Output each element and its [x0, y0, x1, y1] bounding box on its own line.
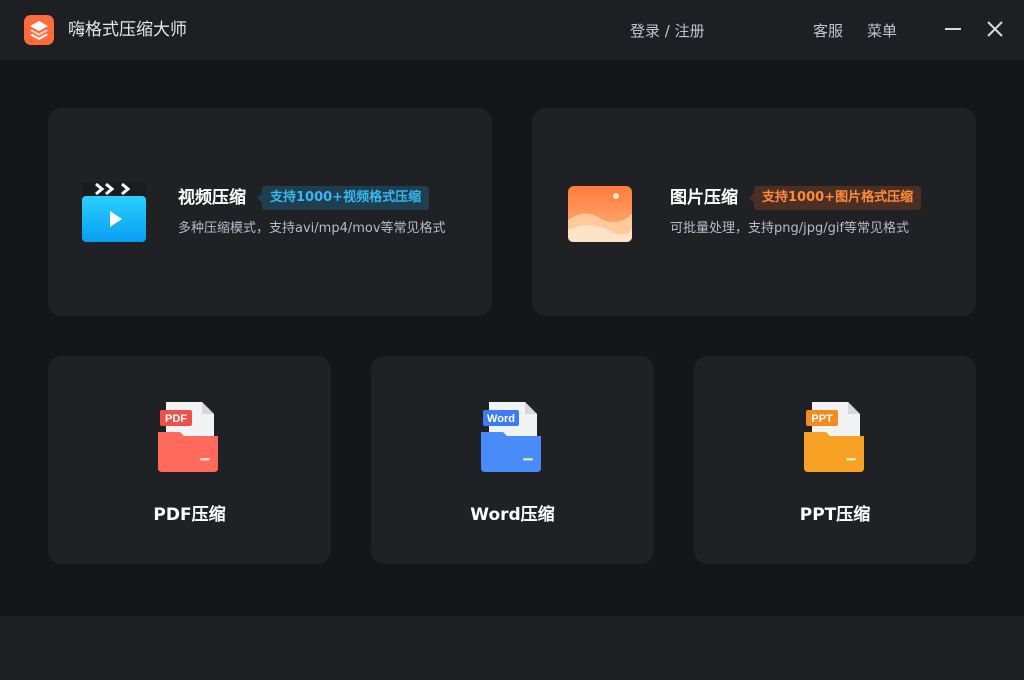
image-compress-desc: 可批量处理，支持png/jpg/gif等常见格式 [670, 221, 910, 236]
ppt-compress-title: PPT压缩 [799, 505, 871, 525]
customer-service-button[interactable]: 客服 [813, 21, 843, 41]
menu-button[interactable]: 菜单 [867, 21, 897, 41]
app-title: 嗨格式压缩大师 [68, 20, 187, 40]
image-compress-card[interactable]: 图片压缩 支持1000+图片格式压缩 可批量处理，支持png/jpg/gif等常… [532, 108, 976, 316]
ppt-tag-text: PPT [811, 413, 833, 425]
video-compress-title: 视频压缩 [178, 188, 246, 208]
ppt-folder-icon: PPT [804, 402, 864, 472]
pdf-folder-icon: PDF [158, 402, 218, 472]
title-bar: 嗨格式压缩大师 登录 / 注册 客服 菜单 [0, 0, 1024, 60]
image-format-badge: 支持1000+图片格式压缩 [748, 186, 922, 210]
word-folder-icon: Word [481, 402, 541, 472]
minimize-icon[interactable] [942, 18, 964, 40]
app-window: 嗨格式压缩大师 登录 / 注册 客服 菜单 视频压缩 支持1000+视频格式压缩… [0, 0, 1024, 680]
video-clapper-icon [82, 182, 146, 242]
pdf-tag-text: PDF [165, 413, 187, 425]
video-compress-desc: 多种压缩模式，支持avi/mp4/mov等常见格式 [178, 221, 446, 236]
app-logo-icon [24, 15, 54, 45]
word-compress-card[interactable]: Word Word压缩 [371, 356, 654, 564]
pdf-compress-card[interactable]: PDF PDF压缩 [48, 356, 331, 564]
login-register-link[interactable]: 登录 / 注册 [630, 21, 705, 41]
word-tag-text: Word [487, 413, 515, 425]
ppt-compress-card[interactable]: PPT PPT压缩 [694, 356, 976, 564]
close-icon[interactable] [984, 18, 1006, 40]
video-compress-card[interactable]: 视频压缩 支持1000+视频格式压缩 多种压缩模式，支持avi/mp4/mov等… [48, 108, 492, 316]
video-format-badge: 支持1000+视频格式压缩 [256, 186, 430, 210]
picture-icon [568, 186, 632, 242]
footer-bar [0, 616, 1024, 680]
image-compress-title: 图片压缩 [670, 188, 738, 208]
pdf-compress-title: PDF压缩 [153, 505, 226, 525]
word-compress-title: Word压缩 [470, 505, 555, 525]
